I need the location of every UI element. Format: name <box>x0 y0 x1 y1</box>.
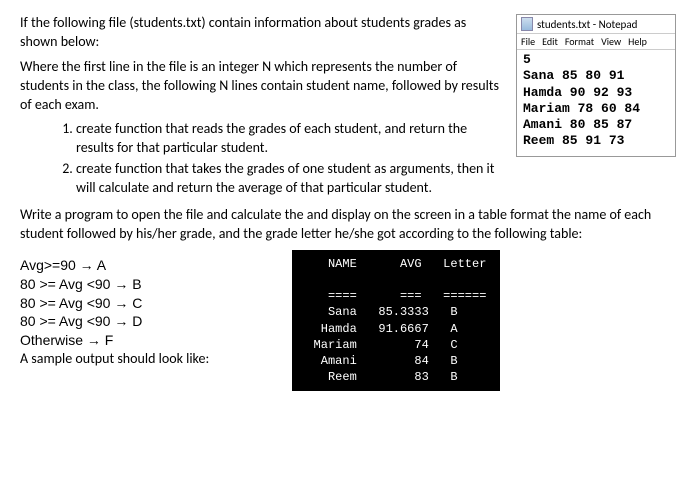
grade-rules: Avg>=90 → A 80 >= Avg <90 → B 80 >= Avg … <box>20 256 209 369</box>
menu-edit[interactable]: Edit <box>542 35 558 48</box>
rule-f: Otherwise → F <box>20 331 209 350</box>
rule-b: 80 >= Avg <90 → B <box>20 275 209 294</box>
menu-help[interactable]: Help <box>628 35 647 48</box>
notepad-titlebar: students.txt - Notepad <box>517 15 675 34</box>
rule-a: Avg>=90 → A <box>20 256 209 275</box>
sample-output-label: A sample output should look like: <box>20 350 209 369</box>
menu-file[interactable]: File <box>521 35 535 48</box>
menu-view[interactable]: View <box>601 35 621 48</box>
rule-d: 80 >= Avg <90 → D <box>20 312 209 331</box>
notepad-file-icon <box>521 17 533 31</box>
notepad-window: students.txt - Notepad File Edit Format … <box>516 14 676 157</box>
task-item-2: create function that takes the grades of… <box>76 160 676 198</box>
rule-c: 80 >= Avg <90 → C <box>20 294 209 313</box>
sample-output-console: NAME AVG Letter ==== === ====== Sana 85.… <box>292 250 500 392</box>
menu-format[interactable]: Format <box>565 35 594 48</box>
notepad-menubar: File Edit Format View Help <box>517 34 675 50</box>
write-program-paragraph: Write a program to open the file and cal… <box>20 206 676 244</box>
notepad-content: 5 Sana 85 80 91 Hamda 90 92 93 Mariam 78… <box>517 50 675 156</box>
notepad-title-text: students.txt - Notepad <box>537 18 637 31</box>
